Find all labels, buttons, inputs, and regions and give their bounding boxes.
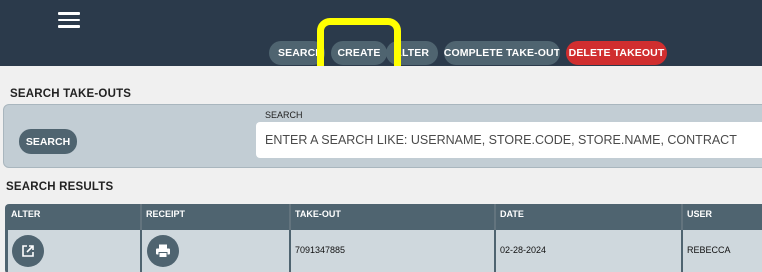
results-title: SEARCH RESULTS bbox=[6, 181, 114, 193]
cell-divider bbox=[140, 230, 142, 272]
cell-divider bbox=[494, 230, 496, 272]
alter-row-button[interactable] bbox=[12, 235, 44, 267]
complete-takeout-button[interactable]: COMPLETE TAKE-OUT bbox=[444, 41, 560, 65]
take-out-date: 02-28-2024 bbox=[500, 245, 547, 255]
search-button[interactable]: SEARCH bbox=[19, 129, 77, 154]
cell-divider bbox=[289, 230, 291, 272]
header-divider bbox=[289, 204, 291, 230]
cell-divider bbox=[681, 230, 683, 272]
column-header-take-out: TAKE-OUT bbox=[295, 209, 341, 219]
delete-takeout-button[interactable]: DELETE TAKEOUT bbox=[566, 41, 667, 65]
search-section-title: SEARCH TAKE-OUTS bbox=[10, 88, 132, 100]
column-header-receipt: RECEIPT bbox=[146, 209, 186, 219]
header-divider bbox=[494, 204, 496, 230]
header-divider bbox=[140, 204, 142, 230]
table-row bbox=[8, 230, 762, 272]
hamburger-menu-icon[interactable] bbox=[58, 12, 80, 28]
print-icon bbox=[156, 244, 170, 258]
search-input[interactable] bbox=[256, 122, 762, 158]
take-out-number: 7091347885 bbox=[295, 245, 346, 255]
search-field-label: SEARCH bbox=[265, 110, 303, 120]
column-header-user: USER bbox=[687, 209, 713, 219]
print-receipt-button[interactable] bbox=[147, 235, 179, 267]
open-in-new-icon bbox=[22, 245, 34, 257]
column-header-date: DATE bbox=[500, 209, 524, 219]
column-header-alter: ALTER bbox=[11, 209, 41, 219]
take-out-user: REBECCA bbox=[687, 245, 731, 255]
header-divider bbox=[681, 204, 683, 230]
